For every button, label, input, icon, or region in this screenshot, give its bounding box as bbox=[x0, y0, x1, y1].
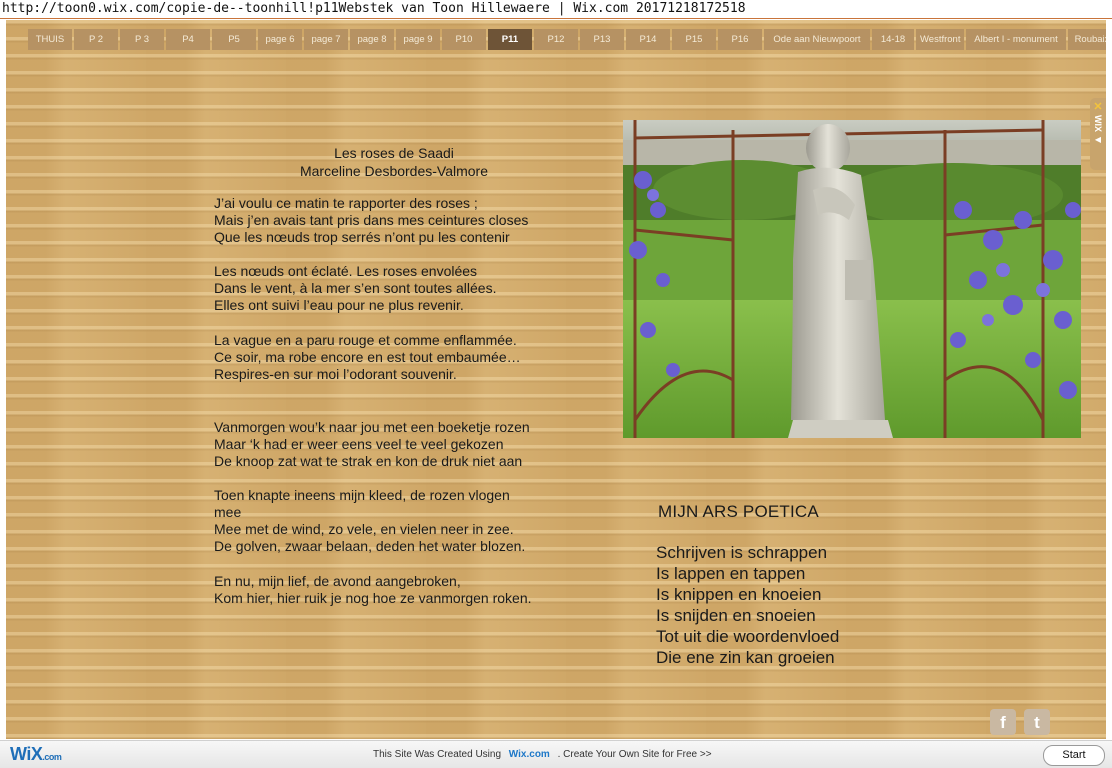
poem-line: Ce soir, ma robe encore en est tout emba… bbox=[214, 349, 521, 365]
site-canvas: THUIS P 2 P 3 P4 P5 page 6 page 7 page 8… bbox=[6, 20, 1106, 739]
nav-item-page8[interactable]: page 8 bbox=[350, 29, 394, 50]
poem-fr-heading: Les roses de Saadi Marceline Desbordes-V… bbox=[206, 144, 582, 180]
wix-logo[interactable]: WiX.com bbox=[10, 744, 62, 765]
nav-item-p13[interactable]: P13 bbox=[580, 29, 624, 50]
wix-footer-bar: WiX.com This Site Was Created Using Wix.… bbox=[0, 740, 1112, 768]
nav-item-p15[interactable]: P15 bbox=[672, 29, 716, 50]
nav-item-roubaix[interactable]: Roubaix bbox=[1068, 29, 1106, 50]
wix-logo-suffix: .com bbox=[42, 752, 62, 762]
wix-side-tab[interactable]: ✕ WIX ◀ bbox=[1090, 98, 1106, 170]
nav-item-p4[interactable]: P4 bbox=[166, 29, 210, 50]
poem-line: Is snijden en snoeien bbox=[656, 606, 816, 625]
poem-line: De knoop zat wat te strak en kon de druk… bbox=[214, 453, 523, 469]
garden-statue-photo bbox=[623, 120, 1081, 438]
browser-url-line: http://toon0.wix.com/copie-de--toonhill!… bbox=[0, 0, 1112, 19]
nav-item-p2[interactable]: P 2 bbox=[74, 29, 118, 50]
nav-item-14-18[interactable]: 14-18 bbox=[872, 29, 914, 50]
footer-text-before: This Site Was Created Using bbox=[373, 749, 502, 760]
poem-line: Schrijven is schrappen bbox=[656, 543, 828, 562]
ars-poetica-title: MIJN ARS POETICA bbox=[658, 502, 819, 521]
poem-line: Respires-en sur moi l’odorant souvenir. bbox=[214, 366, 457, 382]
garden-statue-image bbox=[623, 120, 1081, 438]
nav-item-albert-monument[interactable]: Albert I - monument bbox=[966, 29, 1066, 50]
nav-item-p3[interactable]: P 3 bbox=[120, 29, 164, 50]
nav-item-p14[interactable]: P14 bbox=[626, 29, 670, 50]
poem-line: De golven, zwaar belaan, deden het water… bbox=[214, 538, 526, 554]
nav-item-page9[interactable]: page 9 bbox=[396, 29, 440, 50]
nav-item-p5[interactable]: P5 bbox=[212, 29, 256, 50]
arrow-icon: ◀ bbox=[1094, 135, 1102, 144]
nav-item-westfront[interactable]: Westfront bbox=[916, 29, 964, 50]
nav-item-thuis[interactable]: THUIS bbox=[28, 29, 72, 50]
poem-line: En nu, mijn lief, de avond aangebroken, bbox=[214, 573, 461, 589]
nav-item-page6[interactable]: page 6 bbox=[258, 29, 302, 50]
wix-x-icon: ✕ bbox=[1093, 101, 1103, 113]
poem-nl-stanza-3: En nu, mijn lief, de avond aangebroken, … bbox=[214, 573, 532, 607]
poem-nl-stanza-1: Vanmorgen wou’k naar jou met een boeketj… bbox=[214, 419, 530, 470]
footer-wix-link[interactable]: Wix.com bbox=[504, 749, 555, 760]
wix-logo-text: WiX bbox=[10, 744, 43, 764]
poem-author: Marceline Desbordes-Valmore bbox=[299, 163, 489, 179]
poem-nl-stanza-2: Toen knapte ineens mijn kleed, de rozen … bbox=[214, 487, 525, 555]
wix-side-tab-label: WIX bbox=[1093, 115, 1103, 132]
poem-line: Mee met de wind, zo vele, en vielen neer… bbox=[214, 521, 514, 537]
start-button[interactable]: Start bbox=[1043, 745, 1105, 766]
facebook-icon[interactable]: f bbox=[990, 709, 1016, 735]
poem-line: Les nœuds ont éclaté. Les roses envolées bbox=[214, 263, 478, 279]
poem-line: Maar ‘k had er weer eens veel te veel ge… bbox=[214, 436, 504, 452]
poem-fr-stanza-1: J’ai voulu ce matin te rapporter des ros… bbox=[214, 195, 528, 246]
nav-item-p11[interactable]: P11 bbox=[488, 29, 532, 50]
poem-line: Toen knapte ineens mijn kleed, de rozen … bbox=[214, 487, 510, 503]
ars-poetica-poem: Schrijven is schrappen Is lappen en tapp… bbox=[656, 542, 839, 668]
poem-line: Elles ont suivi l’eau pour ne plus reven… bbox=[214, 297, 464, 313]
poem-line: Is knippen en knoeien bbox=[656, 585, 822, 604]
poem-fr-stanza-2: Les nœuds ont éclaté. Les roses envolées… bbox=[214, 263, 496, 314]
poem-line: La vague en a paru rouge et comme enflam… bbox=[214, 332, 517, 348]
poem-title: Les roses de Saadi bbox=[334, 145, 454, 161]
footer-promo: This Site Was Created Using Wix.com . Cr… bbox=[373, 749, 712, 760]
poem-line: Dans le vent, à la mer s’en sont toutes … bbox=[214, 280, 497, 296]
poem-line: Que les nœuds trop serrés n’ont pu les c… bbox=[214, 229, 510, 245]
footer-text-after[interactable]: . Create Your Own Site for Free >> bbox=[558, 749, 712, 760]
poem-line: Vanmorgen wou’k naar jou met een boeketj… bbox=[214, 419, 530, 435]
poem-line: Mais j’en avais tant pris dans mes ceint… bbox=[214, 212, 529, 228]
poem-line: Kom hier, hier ruik je nog hoe ze vanmor… bbox=[214, 590, 532, 606]
poem-line: J’ai voulu ce matin te rapporter des ros… bbox=[214, 195, 478, 211]
poem-fr-stanza-3: La vague en a paru rouge et comme enflam… bbox=[214, 332, 521, 383]
poem-line: Is lappen en tappen bbox=[656, 564, 806, 583]
nav-item-p12[interactable]: P12 bbox=[534, 29, 578, 50]
nav-item-p10[interactable]: P10 bbox=[442, 29, 486, 50]
twitter-icon[interactable]: t bbox=[1024, 709, 1050, 735]
nav-item-ode-aan-nieuwpoort[interactable]: Ode aan Nieuwpoort bbox=[764, 29, 870, 50]
top-navigation: THUIS P 2 P 3 P4 P5 page 6 page 7 page 8… bbox=[28, 29, 1106, 50]
poem-line: Die ene zin kan groeien bbox=[656, 648, 835, 667]
poem-line: Tot uit die woordenvloed bbox=[656, 627, 840, 646]
poem-line: mee bbox=[214, 504, 242, 520]
nav-item-page7[interactable]: page 7 bbox=[304, 29, 348, 50]
nav-item-p16[interactable]: P16 bbox=[718, 29, 762, 50]
